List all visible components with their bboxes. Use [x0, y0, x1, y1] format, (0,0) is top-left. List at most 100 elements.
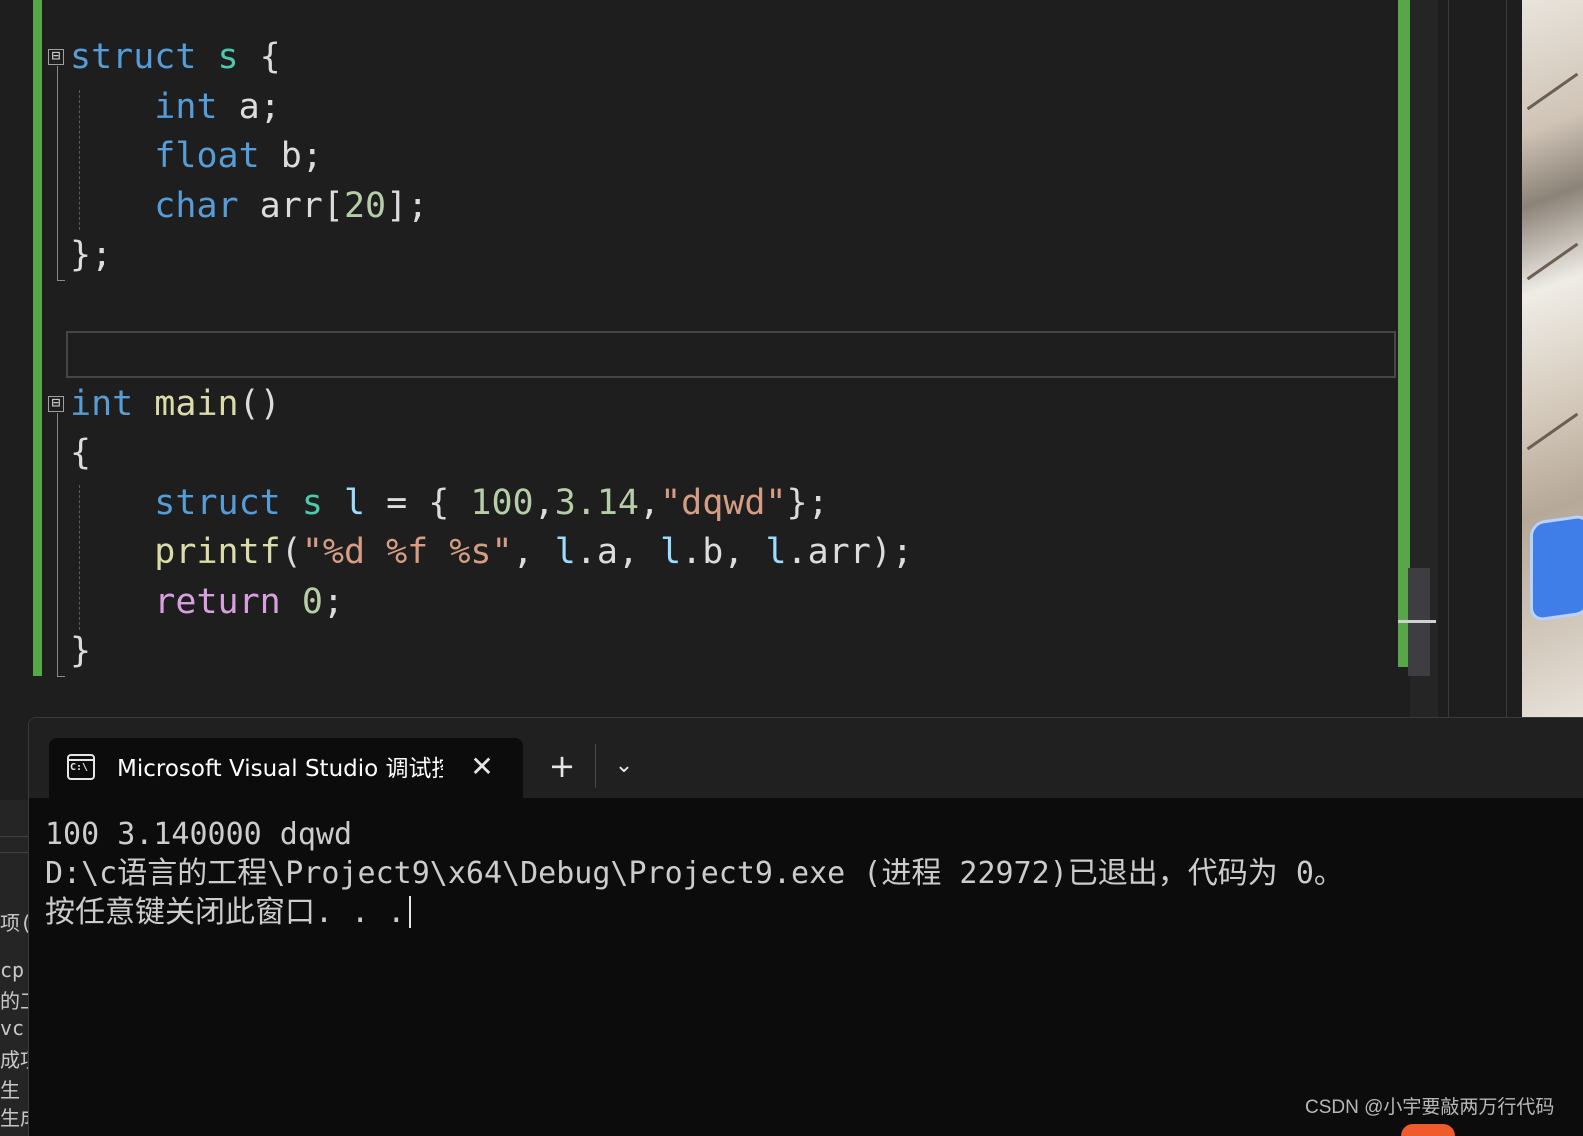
- code-token: };: [786, 483, 829, 523]
- code-token: ,: [639, 483, 661, 523]
- panel-divider: [0, 836, 30, 837]
- code-token: printf: [154, 532, 281, 572]
- code-token: l: [554, 532, 576, 572]
- code-token: 3.14: [554, 483, 639, 523]
- code-token: };: [70, 235, 113, 275]
- csdn-logo-icon: [1401, 1124, 1455, 1136]
- code-token: (): [238, 384, 281, 424]
- code-token: {: [238, 37, 281, 77]
- code-token: = {: [365, 483, 471, 523]
- code-token: ;: [322, 582, 344, 622]
- code-token: l: [660, 532, 682, 572]
- code-line[interactable]: };: [70, 231, 112, 279]
- code-token: int: [154, 87, 218, 127]
- code-line[interactable]: float b;: [70, 132, 323, 180]
- solution-explorer-peek: 项(S cp 的工 vc 成项 生 生成: [0, 800, 30, 1136]
- code-line[interactable]: }: [70, 627, 91, 675]
- collapse-main-icon[interactable]: ⊟: [48, 396, 64, 412]
- code-line[interactable]: int main(): [70, 380, 281, 428]
- current-line-highlight: [66, 331, 1396, 378]
- new-tab-button[interactable]: +: [545, 748, 579, 784]
- list-item[interactable]: 生: [0, 1074, 20, 1103]
- chevron-down-icon[interactable]: ⌄: [609, 748, 639, 784]
- code-token: "dqwd": [660, 483, 787, 523]
- list-item[interactable]: 的工: [0, 985, 30, 1014]
- code-token: }: [70, 631, 92, 671]
- close-icon[interactable]: ✕: [467, 751, 497, 783]
- fold-region-end: [57, 676, 65, 677]
- list-item[interactable]: 生成: [0, 1102, 30, 1131]
- code-token: (: [280, 532, 302, 572]
- code-token: s: [217, 37, 239, 77]
- code-token: s: [301, 483, 323, 523]
- code-line[interactable]: int a;: [70, 83, 281, 131]
- console-prompt-line[interactable]: 按任意键关闭此窗口. . .: [45, 893, 412, 932]
- desktop: ⊟ ⊟ struct s { int a; float b; char arr[…: [0, 0, 1583, 1136]
- console-output-line: 100 3.140000 dqwd: [45, 817, 353, 852]
- collapse-struct-icon[interactable]: ⊟: [48, 49, 64, 65]
- list-item[interactable]: 项(S: [0, 907, 30, 936]
- code-token: char: [154, 186, 239, 226]
- change-tracking-bar: [33, 0, 42, 676]
- code-token: l: [765, 532, 787, 572]
- code-token: 100: [470, 483, 534, 523]
- code-token: main: [154, 384, 239, 424]
- code-line[interactable]: return 0;: [70, 578, 344, 626]
- code-token: .a,: [575, 532, 661, 572]
- code-line[interactable]: struct s {: [70, 33, 281, 81]
- code-token: struct: [70, 37, 197, 77]
- code-token: float: [154, 136, 260, 176]
- list-item[interactable]: vc: [0, 1016, 24, 1040]
- code-editor[interactable]: ⊟ ⊟ struct s { int a; float b; char arr[…: [0, 0, 1400, 720]
- tab-title: Microsoft Visual Studio 调试控制台: [117, 756, 443, 782]
- scrollbar-change-marks: [1398, 0, 1410, 667]
- code-token: int: [70, 384, 134, 424]
- panel-divider: [1448, 0, 1449, 720]
- fold-region-end: [57, 280, 65, 281]
- tab-debug-console[interactable]: C:\ Microsoft Visual Studio 调试控制台 ✕: [49, 738, 523, 800]
- code-line[interactable]: struct s l = { 100,3.14,"dqwd"};: [70, 479, 829, 527]
- code-token: arr[: [238, 186, 344, 226]
- list-item[interactable]: 成项: [0, 1044, 30, 1073]
- code-token: 0: [301, 582, 323, 622]
- code-line[interactable]: {: [70, 429, 91, 477]
- debug-console-window[interactable]: C:\ Microsoft Visual Studio 调试控制台 ✕ + ⌄ …: [28, 717, 1583, 1136]
- csdn-watermark: CSDN @小宇要敲两万行代码: [1305, 1097, 1555, 1118]
- list-item[interactable]: cp: [0, 958, 24, 982]
- code-token: l: [343, 483, 366, 523]
- code-line[interactable]: printf("%d %f %s", l.a, l.b, l.arr);: [70, 528, 913, 576]
- code-token: {: [70, 433, 92, 473]
- code-token: .arr);: [786, 532, 913, 572]
- code-line[interactable]: char arr[20];: [70, 182, 428, 230]
- console-output-line: D:\c语言的工程\Project9\x64\Debug\Project9.ex…: [45, 856, 1344, 891]
- code-token: ];: [386, 186, 429, 226]
- fold-region-main: [57, 413, 58, 676]
- text-cursor: [409, 896, 412, 928]
- code-token: ,: [512, 532, 555, 572]
- code-token: .b,: [681, 532, 766, 572]
- panel-divider: [1506, 0, 1507, 720]
- console-icon: C:\: [67, 754, 95, 780]
- fold-region-struct: [57, 66, 58, 280]
- console-prompt-text: 按任意键关闭此窗口. . .: [45, 895, 406, 930]
- desktop-app-icon[interactable]: [1530, 513, 1583, 623]
- terminal-tab-bar: C:\ Microsoft Visual Studio 调试控制台 ✕ + ⌄: [29, 718, 1583, 800]
- code-token: struct: [154, 483, 281, 523]
- caret-position-mark: [1398, 620, 1436, 623]
- code-token: "%d %f %s": [301, 532, 513, 572]
- code-token: ,: [533, 483, 555, 523]
- tab-separator: [595, 744, 596, 788]
- code-token: a;: [217, 87, 281, 127]
- panel-divider: [0, 852, 30, 853]
- code-token: return: [154, 582, 281, 622]
